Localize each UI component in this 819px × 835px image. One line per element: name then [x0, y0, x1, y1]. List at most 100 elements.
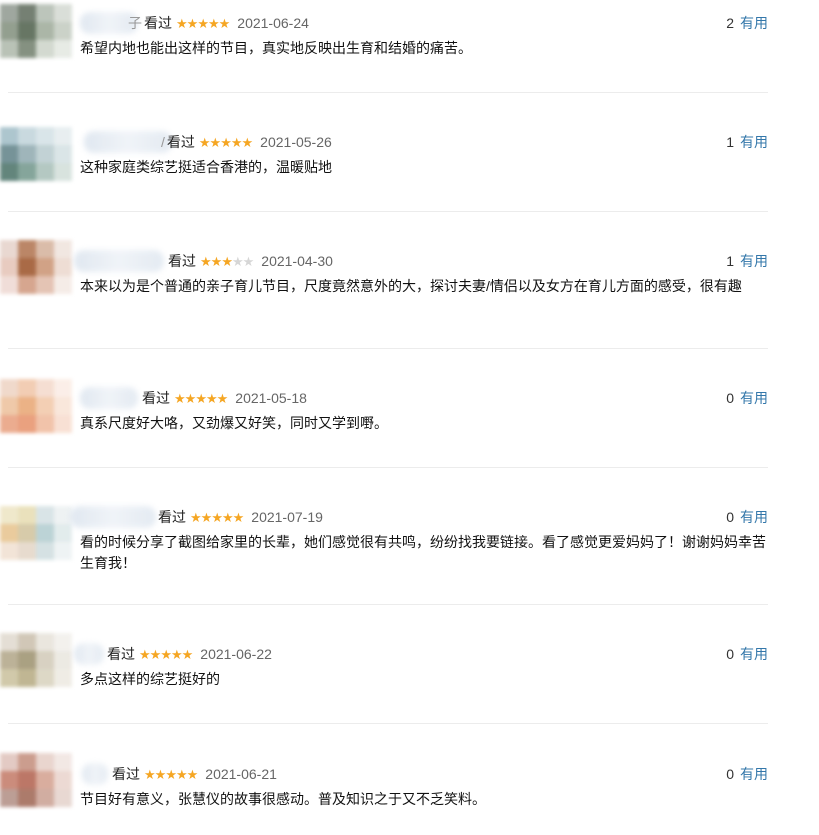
comment-date: 2021-05-26	[260, 134, 332, 150]
star-rating: ★ ★ ★ ★ ★	[190, 509, 245, 525]
star-icon: ★	[221, 253, 233, 269]
vote-count: 2	[726, 15, 734, 31]
vote-count: 0	[726, 509, 734, 525]
avatar[interactable]	[0, 633, 72, 687]
avatar[interactable]	[0, 753, 72, 807]
vote-count: 0	[726, 390, 734, 406]
star-icon: ★	[165, 766, 177, 782]
comment-date: 2021-07-19	[251, 509, 323, 525]
avatar[interactable]	[0, 506, 72, 560]
watched-label: 看过	[107, 646, 135, 662]
star-icon: ★	[175, 766, 188, 782]
star-icon: ★	[190, 509, 202, 525]
comment-date: 2021-06-21	[205, 766, 277, 782]
star-icon: ★	[232, 509, 245, 525]
star-icon: ★	[186, 766, 199, 782]
useful-button[interactable]: 有用	[740, 388, 768, 408]
star-icon: ★	[220, 134, 232, 150]
star-icon: ★	[186, 15, 199, 31]
avatar[interactable]	[0, 127, 72, 181]
star-icon: ★	[211, 509, 223, 525]
divider	[8, 604, 768, 605]
star-icon: ★	[174, 390, 186, 406]
star-icon: ★	[139, 646, 151, 662]
vote-count: 1	[726, 134, 734, 150]
comment-text: 这种家庭类综艺挺适合香港的，温暖贴地	[80, 159, 332, 175]
useful-button[interactable]: 有用	[740, 644, 768, 664]
comment-meta: 看过 ★ ★ ★ ★ ★ 2021-05-18	[142, 387, 307, 409]
star-rating: ★ ★ ★ ★ ★	[176, 15, 231, 31]
star-icon: ★	[181, 646, 194, 662]
vote-area: 0 有用	[726, 387, 768, 409]
watched-label: 看过	[112, 766, 140, 782]
star-icon: ★	[216, 390, 229, 406]
vote-area: 1 有用	[726, 131, 768, 153]
comment-text: 多点这样的综艺挺好的	[80, 671, 220, 687]
watched-label: 看过	[142, 390, 170, 406]
blurred-username[interactable]	[84, 131, 172, 153]
blurred-username[interactable]	[82, 763, 108, 785]
star-icon: ★	[197, 15, 209, 31]
vote-count: 0	[726, 766, 734, 782]
vote-area: 2 有用	[726, 12, 768, 34]
comment-meta: 看过 ★ ★ ★ ★ ★ 2021-04-30	[168, 250, 333, 272]
comment-date: 2021-06-22	[200, 646, 272, 662]
star-icon: ★	[205, 390, 218, 406]
username-fragment[interactable]: /	[161, 134, 165, 150]
comment-date: 2021-06-24	[237, 15, 309, 31]
vote-area: 0 有用	[726, 643, 768, 665]
comment-meta: 看过 ★ ★ ★ ★ ★ 2021-06-21	[112, 763, 277, 785]
star-icon: ★	[209, 134, 222, 150]
star-icon: ★	[242, 253, 255, 269]
useful-button[interactable]: 有用	[740, 13, 768, 33]
star-icon: ★	[154, 766, 167, 782]
star-icon: ★	[144, 766, 156, 782]
avatar[interactable]	[0, 240, 72, 294]
star-icon: ★	[195, 390, 207, 406]
comment-meta: 看过 ★ ★ ★ ★ ★ 2021-07-19	[158, 506, 323, 528]
watched-label: 看过	[158, 509, 186, 525]
star-icon: ★	[231, 253, 244, 269]
comment-text: 真系尺度好大咯，又劲爆又好笑，同时又学到嘢。	[80, 415, 388, 431]
blurred-username[interactable]	[80, 387, 138, 409]
comment-meta: 子看过 ★ ★ ★ ★ ★ 2021-06-24	[128, 12, 309, 34]
star-icon: ★	[160, 646, 172, 662]
star-icon: ★	[200, 253, 212, 269]
comment-text: 看的时候分享了截图给家里的长辈，她们感觉很有共鸣，纷纷找我要链接。看了感觉更爱妈…	[80, 534, 766, 571]
star-icon: ★	[221, 509, 234, 525]
username-fragment[interactable]: 子	[128, 13, 142, 33]
comment-list: 子看过 ★ ★ ★ ★ ★ 2021-06-24 2 有用 希望内地也能出这样的节目，真实地反映出…	[0, 0, 819, 835]
star-icon: ★	[184, 390, 197, 406]
vote-count: 0	[726, 646, 734, 662]
avatar[interactable]	[0, 4, 72, 58]
blurred-username[interactable]	[70, 506, 156, 528]
divider	[8, 92, 768, 93]
divider	[8, 211, 768, 212]
avatar[interactable]	[0, 379, 72, 433]
star-icon: ★	[207, 15, 220, 31]
star-icon: ★	[218, 15, 231, 31]
star-rating: ★ ★ ★ ★ ★	[200, 253, 255, 269]
blurred-username[interactable]	[74, 643, 104, 665]
divider	[8, 723, 768, 724]
useful-button[interactable]: 有用	[740, 251, 768, 271]
star-rating: ★ ★ ★ ★ ★	[139, 646, 194, 662]
watched-label: 看过	[144, 15, 172, 31]
useful-button[interactable]: 有用	[740, 132, 768, 152]
blurred-username[interactable]	[74, 250, 164, 272]
star-icon: ★	[176, 15, 188, 31]
vote-area: 0 有用	[726, 506, 768, 528]
vote-area: 1 有用	[726, 250, 768, 272]
useful-button[interactable]: 有用	[740, 764, 768, 784]
comment-date: 2021-05-18	[235, 390, 307, 406]
useful-button[interactable]: 有用	[740, 507, 768, 527]
watched-label: 看过	[168, 253, 196, 269]
star-rating: ★ ★ ★ ★ ★	[199, 134, 253, 150]
watched-label: 看过	[166, 134, 195, 150]
vote-area: 0 有用	[726, 763, 768, 785]
divider	[8, 467, 768, 468]
divider	[8, 348, 768, 349]
star-icon: ★	[230, 134, 243, 150]
comment-meta: 看过 ★ ★ ★ ★ ★ 2021-06-22	[107, 643, 272, 665]
star-icon: ★	[170, 646, 183, 662]
